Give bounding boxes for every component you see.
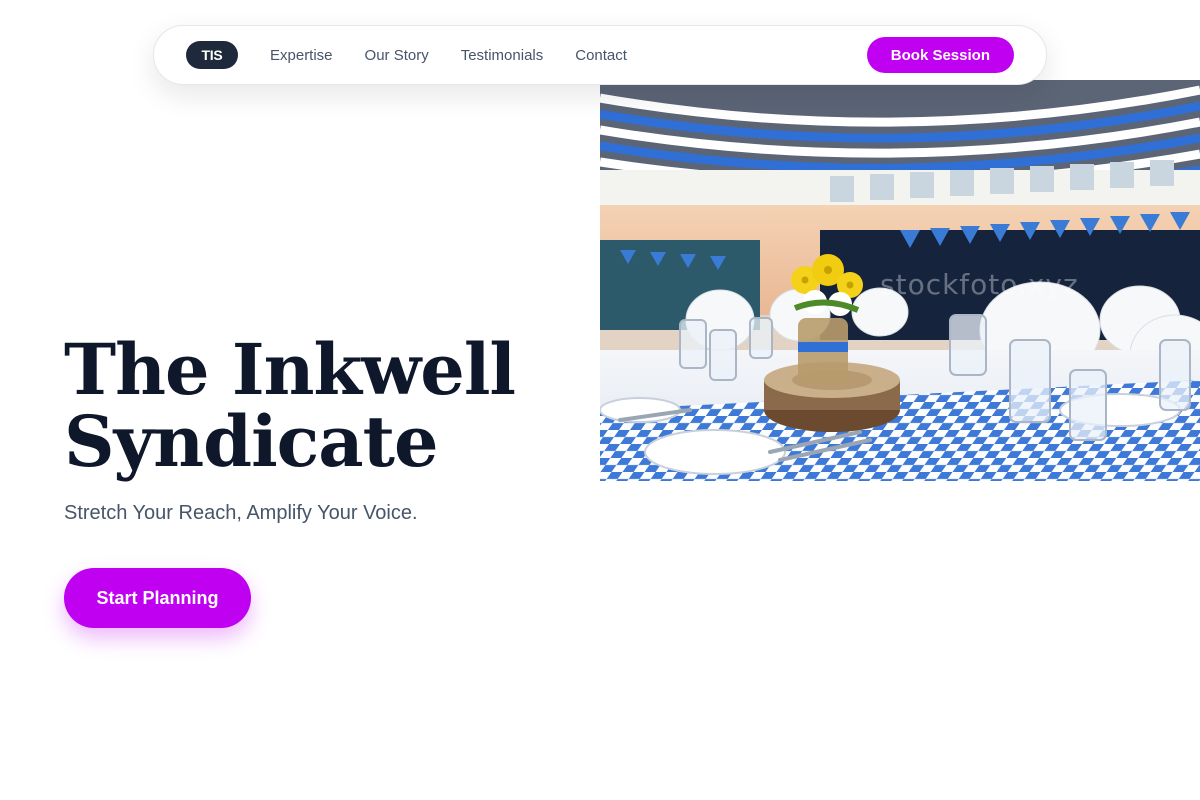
banquet-hall-photo xyxy=(600,80,1200,481)
brand-logo[interactable]: TIS xyxy=(186,41,238,69)
landing-page: TIS Expertise Our Story Testimonials Con… xyxy=(0,0,1200,800)
top-navigation: TIS Expertise Our Story Testimonials Con… xyxy=(153,25,1047,85)
hero-subtitle: Stretch Your Reach, Amplify Your Voice. xyxy=(64,502,418,524)
nav-link-contact[interactable]: Contact xyxy=(575,47,627,64)
book-session-button[interactable]: Book Session xyxy=(866,37,1014,73)
hero-image xyxy=(600,80,1200,481)
nav-link-testimonials[interactable]: Testimonials xyxy=(461,47,544,64)
nav-link-our-story[interactable]: Our Story xyxy=(365,47,429,64)
nav-links: Expertise Our Story Testimonials Contact xyxy=(270,47,627,64)
start-planning-button[interactable]: Start Planning xyxy=(64,568,251,628)
hero-title-line-2: Syndicate xyxy=(64,400,439,483)
hero-title: The Inkwell Syndicate xyxy=(64,334,584,478)
nav-link-expertise[interactable]: Expertise xyxy=(270,47,333,64)
hero-title-line-1: The Inkwell xyxy=(64,328,516,411)
